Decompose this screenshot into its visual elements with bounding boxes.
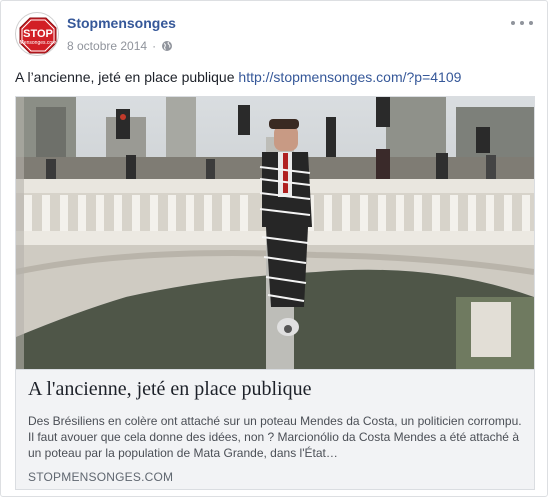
link-preview-domain: STOPMENSONGES.COM	[28, 470, 174, 484]
link-preview-image[interactable]	[16, 97, 534, 369]
post-message: A l’ancienne, jeté en place publique	[15, 69, 235, 85]
avatar-text: STOP	[23, 28, 53, 40]
link-preview-description: Des Brésiliens en colère ont attaché sur…	[28, 414, 522, 460]
link-preview-title[interactable]: A l'ancienne, jeté en place publique	[28, 378, 312, 401]
post-author[interactable]: Stopmensonges	[67, 15, 176, 31]
more-options-icon[interactable]	[511, 16, 533, 30]
post-date[interactable]: 8 octobre 2014	[67, 39, 147, 53]
link-preview-body[interactable]: A l'ancienne, jeté en place publique Des…	[16, 369, 534, 489]
stop-sign-logo-icon: STOP Mensonges.com	[19, 17, 57, 54]
avatar[interactable]: STOP Mensonges.com	[15, 12, 59, 56]
post-header: STOP Mensonges.com Stopmensonges 8 octob…	[15, 12, 533, 58]
post-link[interactable]: http://stopmensonges.com/?p=4109	[238, 69, 461, 85]
post-text: A l’ancienne, jeté en place publique htt…	[15, 69, 461, 85]
link-preview[interactable]: A l'ancienne, jeté en place publique Des…	[15, 96, 535, 490]
post-meta: 8 octobre 2014 ·	[67, 39, 173, 53]
date-separator: ·	[152, 39, 157, 53]
globe-icon[interactable]	[161, 40, 173, 52]
facebook-post-card: STOP Mensonges.com Stopmensonges 8 octob…	[0, 0, 548, 497]
avatar-subtext: Mensonges.com	[20, 40, 57, 46]
